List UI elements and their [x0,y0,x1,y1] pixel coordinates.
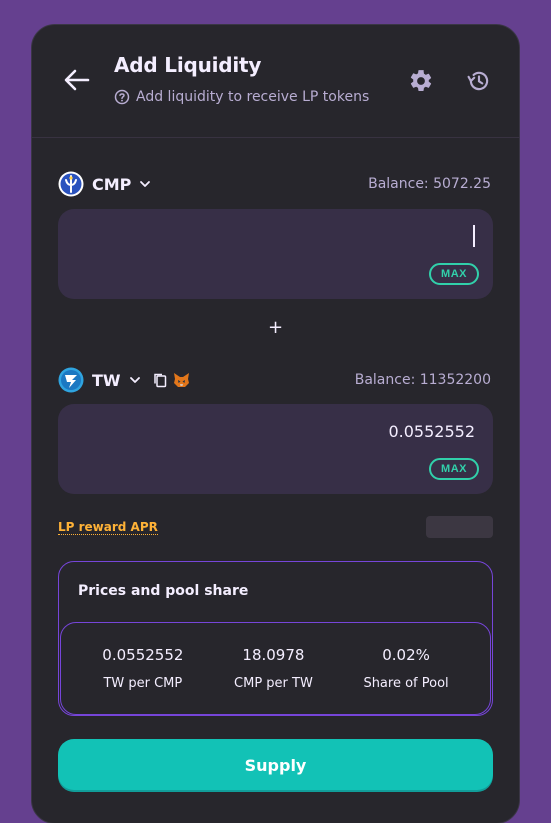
stat-label: CMP per TW [234,676,313,691]
subtitle-text: Add liquidity to receive LP tokens [136,89,370,105]
stat-cmp-per-tw: 18.0978 CMP per TW [234,646,313,691]
token-b-row: TW Balance: 11352200 [58,365,491,395]
card-header: Add Liquidity Add liquidity to receive L… [32,25,519,138]
supply-button[interactable]: Supply [58,739,493,792]
token-b-symbol: TW [92,370,121,390]
token-a-input-panel: MAX [58,209,493,299]
stat-label: TW per CMP [103,676,183,691]
token-a-amount-input[interactable] [175,227,475,246]
stat-value: 0.0552552 [102,646,184,664]
add-to-metamask-button[interactable] [173,371,191,389]
apr-value-skeleton [426,516,493,538]
question-circle-icon[interactable] [114,89,130,105]
gear-icon [410,70,432,91]
copy-icon [153,373,166,388]
chevron-down-icon [140,181,151,187]
history-icon [467,71,489,91]
page-subtitle: Add liquidity to receive LP tokens [114,89,369,105]
stat-label: Share of Pool [363,676,449,691]
stat-share-of-pool: 0.02% Share of Pool [363,646,448,691]
stat-tw-per-cmp: 0.0552552 TW per CMP [102,646,183,691]
token-b-input-panel: MAX [58,404,493,494]
history-button[interactable] [466,68,492,94]
stat-value: 18.0978 [242,646,305,664]
prices-pool-share-panel: Prices and pool share 0.0552552 TW per C… [58,561,493,716]
token-b-max-button[interactable]: MAX [429,458,479,480]
chevron-down-icon [129,377,140,383]
pool-stats: 0.0552552 TW per CMP 18.0978 CMP per TW … [60,622,491,715]
stat-value: 0.02% [382,646,430,664]
page-title: Add Liquidity [114,53,262,77]
text-caret [473,225,475,247]
cmp-token-icon [58,171,84,197]
lp-reward-apr-label[interactable]: LP reward APR [58,520,158,535]
metamask-fox-icon [174,373,190,387]
settings-button[interactable] [408,68,434,94]
tw-token-icon [58,367,84,393]
token-a-select[interactable]: CMP [58,171,151,197]
token-b-amount-input[interactable] [175,422,475,441]
copy-address-button[interactable] [151,371,169,389]
pool-share-title: Prices and pool share [78,583,249,599]
token-b-select[interactable]: TW [58,367,141,393]
plus-separator: + [267,317,284,338]
token-a-symbol: CMP [92,174,132,194]
add-liquidity-card: Add Liquidity Add liquidity to receive L… [31,24,520,823]
back-button[interactable] [62,65,92,95]
token-a-max-button[interactable]: MAX [429,263,479,285]
token-a-row: CMP Balance: 5072.25 [58,169,491,199]
token-a-balance: Balance: 5072.25 [368,176,491,192]
token-b-balance: Balance: 11352200 [354,372,491,388]
arrow-left-icon [64,69,90,91]
